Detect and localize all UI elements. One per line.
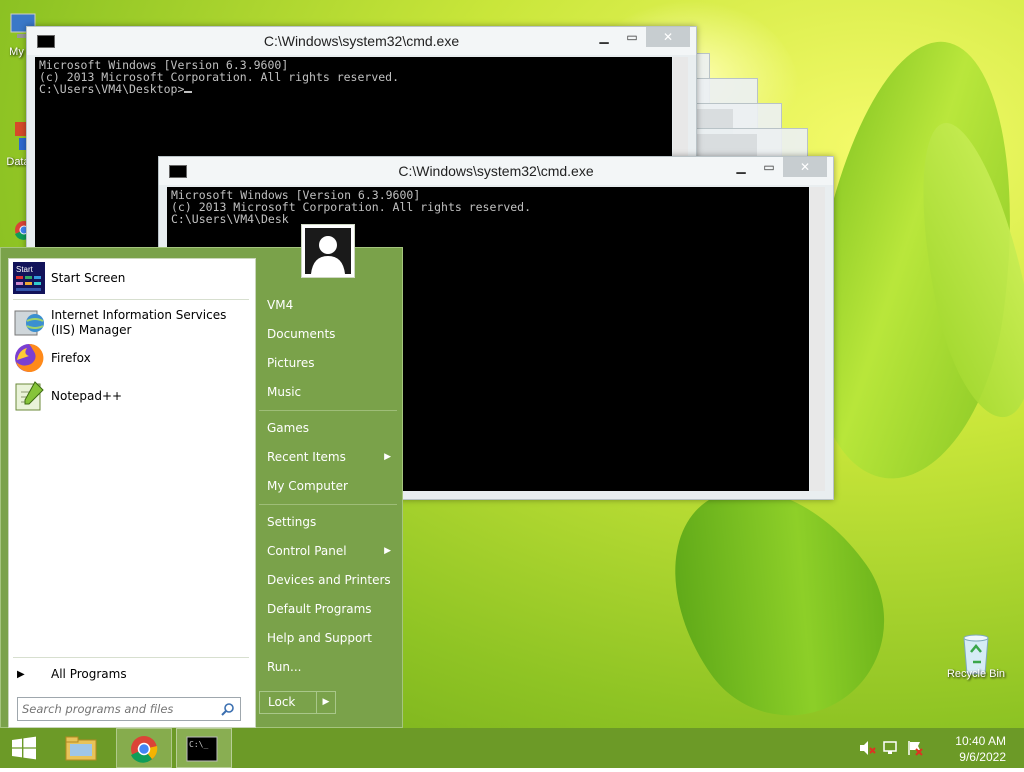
place-label: Help and Support	[267, 631, 372, 645]
place-recent-items[interactable]: Recent Items ▶	[259, 444, 399, 470]
place-documents[interactable]: Documents	[259, 321, 399, 347]
place-label: VM4	[267, 298, 294, 312]
minimize-button[interactable]: ▁	[590, 27, 618, 47]
place-label: My Computer	[267, 479, 348, 493]
triangle-right-icon: ▶	[17, 668, 25, 680]
lock-button[interactable]: Lock ▶	[259, 691, 336, 714]
window-titlebar[interactable]: C:\Windows\system32\cmd.exe ▁ ▭ ✕	[27, 27, 696, 55]
place-label: Music	[267, 385, 302, 399]
close-button[interactable]: ✕	[783, 157, 827, 177]
place-label: Games	[267, 421, 309, 435]
place-label: Control Panel	[267, 544, 347, 558]
desktop-icon-recycle-bin[interactable]: Recycle Bin	[944, 632, 1008, 680]
recycle-bin-icon	[959, 632, 993, 675]
start-icon-text: Start	[16, 265, 34, 274]
chrome-icon	[131, 736, 158, 763]
place-games[interactable]: Games	[259, 415, 399, 441]
window-titlebar[interactable]: C:\Windows\system32\cmd.exe ▁ ▭ ✕	[159, 157, 833, 185]
start-menu: Start Start Screen Internet Information …	[0, 224, 403, 728]
place-default-programs[interactable]: Default Programs	[259, 596, 399, 622]
lock-label: Lock	[268, 695, 296, 709]
menu-divider	[259, 410, 397, 411]
place-label: Default Programs	[267, 602, 372, 616]
menu-divider	[13, 657, 249, 658]
place-label: Settings	[267, 515, 317, 529]
windows-logo-icon	[12, 736, 36, 760]
triangle-right-icon: ▶	[384, 546, 391, 556]
action-center-flag-icon[interactable]	[906, 740, 924, 759]
menu-divider	[259, 504, 397, 505]
start-item-label: Internet Information Services (IIS) Mana…	[51, 308, 227, 337]
folder-icon	[65, 736, 97, 761]
cmd-icon: C:\_	[186, 736, 218, 762]
firefox-icon	[13, 342, 45, 374]
menu-divider	[13, 299, 249, 300]
place-label: Pictures	[267, 356, 315, 370]
svg-text:C:\_: C:\_	[189, 740, 208, 749]
lock-options-arrow-icon[interactable]: ▶	[316, 692, 335, 713]
notepad-plus-plus-icon	[13, 380, 45, 412]
volume-muted-icon[interactable]	[858, 740, 876, 759]
search-box[interactable]	[17, 697, 241, 721]
place-label: Recent Items	[267, 450, 346, 464]
triangle-right-icon: ▶	[384, 452, 391, 462]
taskbar-chrome[interactable]	[116, 728, 172, 768]
user-avatar[interactable]	[301, 224, 355, 278]
start-item-label: Firefox	[51, 350, 91, 365]
close-button[interactable]: ✕	[646, 27, 690, 47]
system-tray: 10:40 AM 9/6/2022	[854, 728, 1024, 768]
clock-time: 10:40 AM	[955, 734, 1006, 748]
place-help-and-support[interactable]: Help and Support	[259, 625, 399, 651]
place-settings[interactable]: Settings	[259, 509, 399, 535]
desktop-icon-label: Recycle Bin	[946, 668, 1006, 680]
network-icon[interactable]	[882, 740, 900, 759]
start-item-firefox[interactable]: Firefox	[13, 341, 249, 375]
maximize-button[interactable]: ▭	[618, 27, 646, 47]
start-item-label: Notepad++	[51, 388, 123, 403]
console-line: C:\Users\VM4\Desk	[171, 212, 289, 226]
search-icon[interactable]	[221, 702, 235, 716]
start-item-start-screen[interactable]: Start Start Screen	[13, 261, 249, 295]
start-item-iis-manager[interactable]: Internet Information Services (IIS) Mana…	[13, 305, 249, 341]
clock[interactable]: 10:40 AM 9/6/2022	[936, 733, 1006, 765]
place-label: Run...	[267, 660, 302, 674]
place-pictures[interactable]: Pictures	[259, 350, 399, 376]
place-control-panel[interactable]: Control Panel ▶	[259, 538, 399, 564]
place-label: Devices and Printers	[267, 573, 391, 587]
all-programs-button[interactable]: ▶ All Programs	[17, 663, 249, 685]
clock-date: 9/6/2022	[959, 750, 1006, 764]
place-music[interactable]: Music	[259, 379, 399, 405]
start-screen-icon: Start	[13, 262, 45, 294]
all-programs-label: All Programs	[51, 667, 127, 681]
start-item-notepad-plus-plus[interactable]: Notepad++	[13, 379, 249, 413]
place-devices-and-printers[interactable]: Devices and Printers	[259, 567, 399, 593]
iis-manager-icon	[13, 307, 45, 339]
place-run[interactable]: Run...	[259, 654, 399, 680]
place-label: Documents	[267, 327, 336, 341]
maximize-button[interactable]: ▭	[755, 157, 783, 177]
place-user-folder[interactable]: VM4	[259, 292, 399, 318]
text-cursor	[184, 91, 193, 93]
place-my-computer[interactable]: My Computer	[259, 473, 399, 499]
user-icon	[305, 228, 351, 274]
search-input[interactable]	[22, 701, 212, 717]
taskbar-cmd[interactable]: C:\_	[176, 728, 232, 768]
console-prompt: C:\Users\VM4\Desktop>	[39, 82, 185, 96]
start-item-label: Start Screen	[51, 270, 126, 285]
taskbar: C:\_ 10:40 AM 9/6/2022	[0, 728, 1024, 768]
vertical-scrollbar[interactable]	[810, 187, 825, 491]
start-button[interactable]	[0, 728, 48, 768]
minimize-button[interactable]: ▁	[727, 157, 755, 177]
taskbar-file-explorer[interactable]	[58, 728, 106, 768]
start-menu-programs-pane: Start Start Screen Internet Information …	[8, 258, 256, 728]
